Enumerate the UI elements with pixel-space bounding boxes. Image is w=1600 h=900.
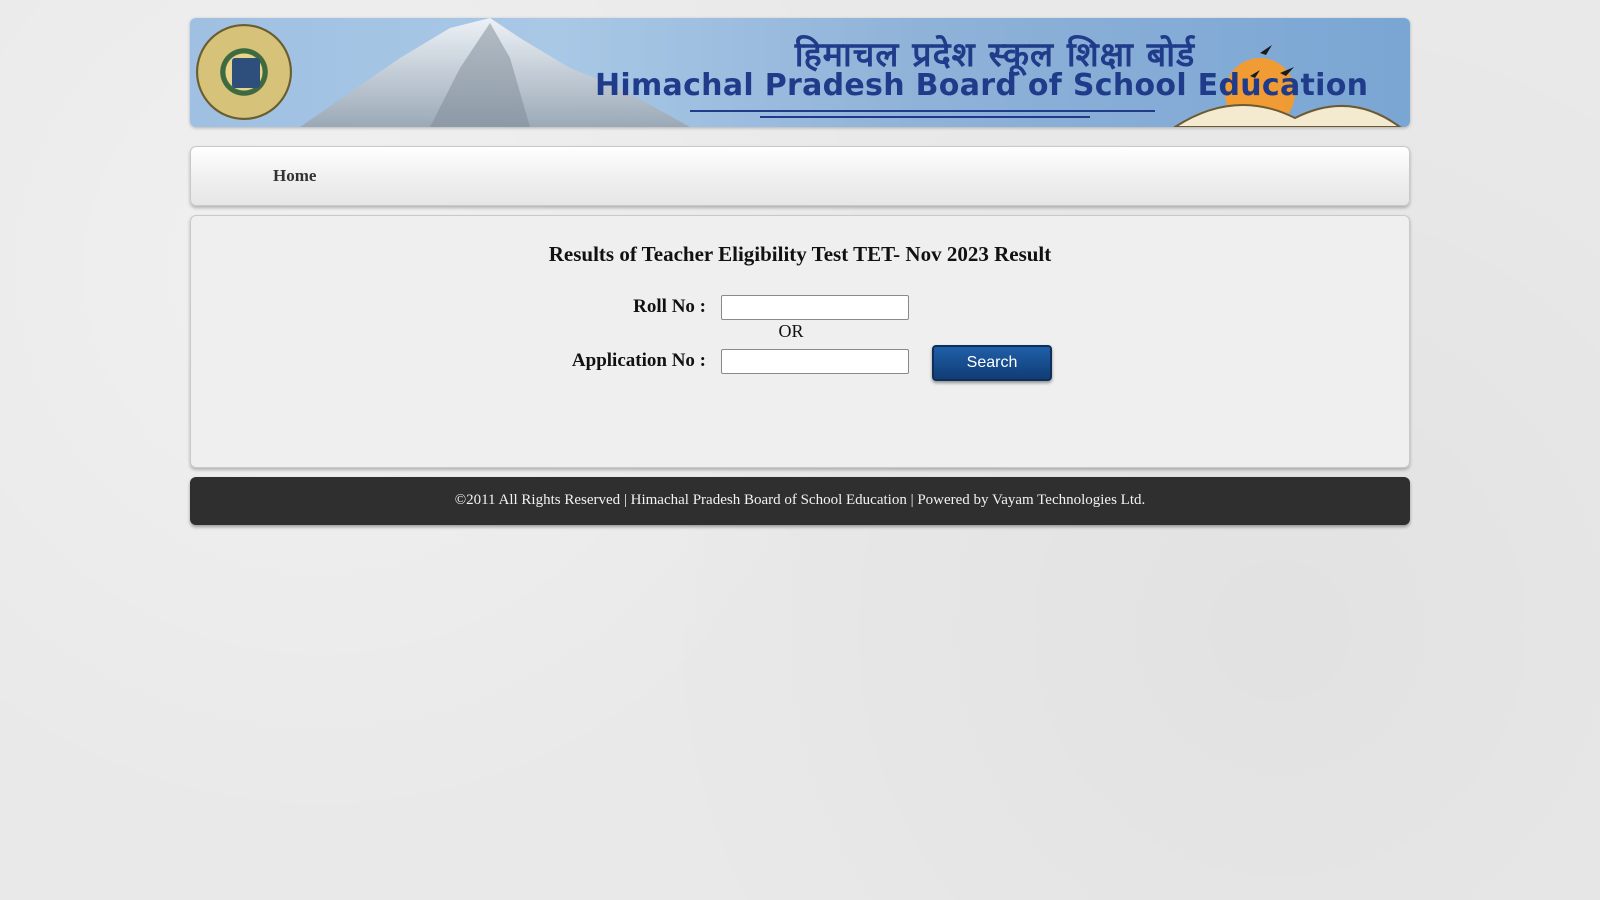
or-separator: OR — [778, 321, 804, 341]
application-no-input[interactable] — [721, 349, 909, 374]
banner-english-title: Himachal Pradesh Board of School Educati… — [595, 68, 1369, 103]
footer-copyright: ©2011 All Rights Reserved | Himachal Pra… — [454, 492, 1146, 508]
header-banner: हिमाचल प्रदेश स्कूल शिक्षा बोर्ड Himacha… — [190, 18, 1410, 127]
footer: ©2011 All Rights Reserved | Himachal Pra… — [190, 477, 1410, 525]
page-title: Results of Teacher Eligibility Test TET-… — [548, 242, 1052, 266]
result-search-panel: Results of Teacher Eligibility Test TET-… — [190, 215, 1410, 468]
roll-no-label: Roll No : — [633, 296, 706, 317]
nav-bar: Home — [190, 146, 1410, 206]
banner-underline — [760, 116, 1090, 118]
board-seal-icon — [196, 24, 292, 120]
application-no-label: Application No : — [571, 350, 706, 371]
search-button[interactable]: Search — [932, 345, 1052, 381]
nav-home-link[interactable]: Home — [273, 166, 316, 186]
banner-underline — [690, 110, 1155, 112]
roll-no-input[interactable] — [721, 295, 909, 320]
